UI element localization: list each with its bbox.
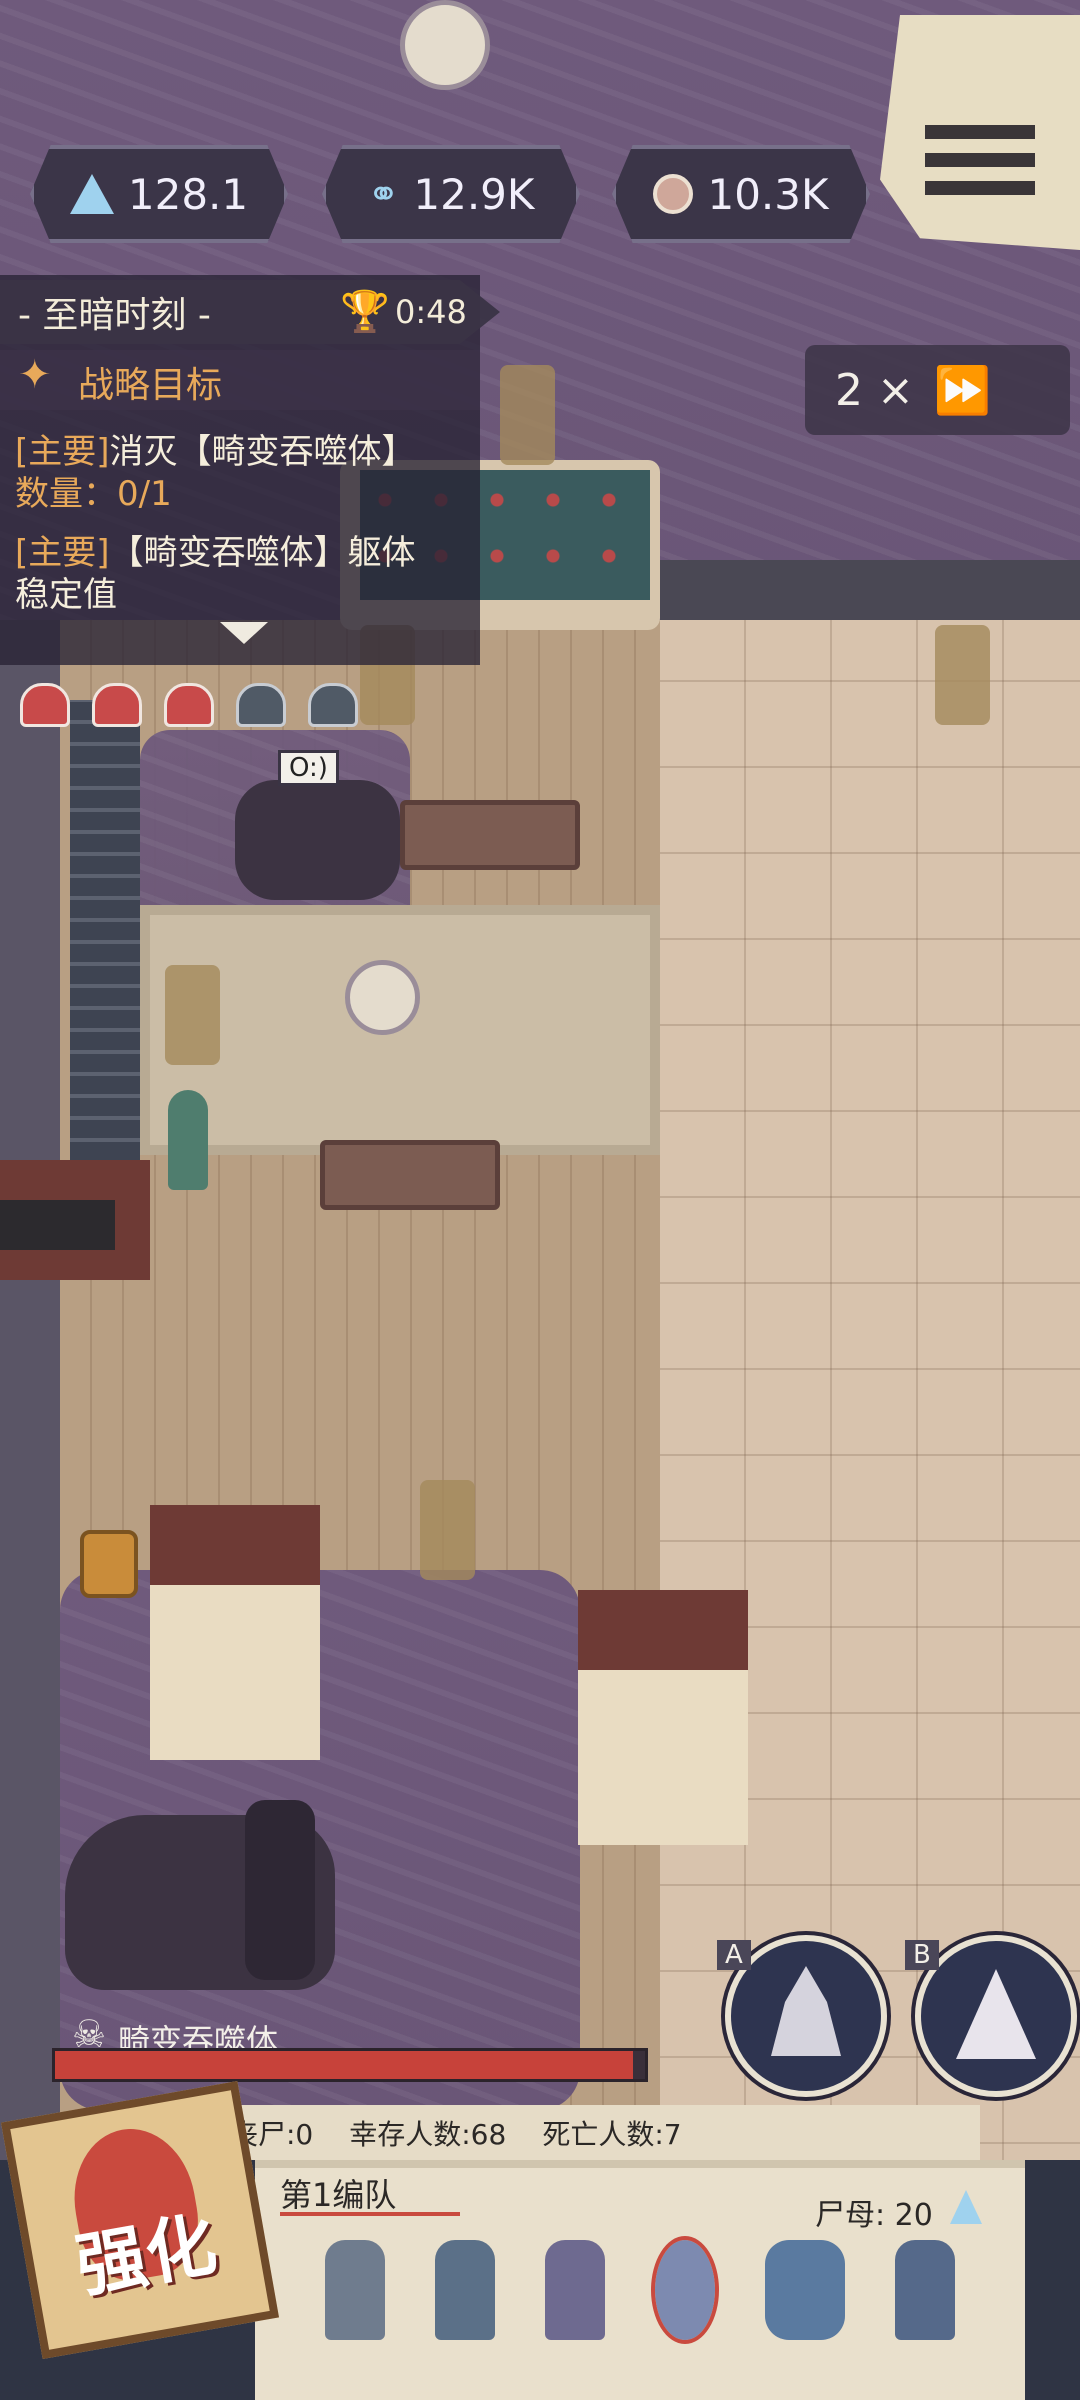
helmet-icon [164,683,214,727]
brain-counter: 10.3K [612,145,870,243]
mission-title: - 至暗时刻 - [18,295,211,336]
crystal-small-icon [950,2190,982,2224]
objective-2-text: 【畸变吞噬体】躯体 [109,533,416,573]
speed-label: 2 × [835,364,914,416]
helmet-icon [92,683,142,727]
lantern [165,965,220,1065]
lantern [420,1480,475,1580]
dna-counter: ⚭ 12.9K [322,145,580,243]
objectives-header-bar[interactable] [0,350,480,410]
dna-value: 12.9K [413,169,535,219]
fire-skill-icon [771,1966,841,2056]
unit-zombie-miner[interactable] [545,2240,605,2340]
mission-timer: 0:48 [395,293,467,331]
crystal-icon [69,174,114,214]
zombie-horde[interactable] [235,780,400,900]
escalator [70,700,140,1160]
skill-b-button[interactable] [915,1935,1077,2097]
lantern [500,365,555,465]
squad-units [325,2236,955,2344]
unit-zombie[interactable] [435,2240,495,2340]
fast-forward-icon: ⏩ [933,362,992,417]
brain-value: 10.3K [707,169,829,219]
kiosk-middle [345,960,420,1035]
stats-bar: 丧尸:0 幸存人数:68 死亡人数:7 [180,2105,980,2160]
squad-underline [280,2212,460,2216]
brain-icon [653,174,694,214]
wall-strip [660,560,1080,620]
unit-zombie-selected[interactable] [651,2236,719,2344]
objective-1-progress: 数量：0/1 [15,474,172,514]
barrel [80,1530,138,1598]
mother-count: 尸母: 20 [815,2198,933,2233]
bed [150,1505,320,1760]
crystal-counter: 128.1 [30,145,288,243]
helmet-row [20,683,358,727]
boss-hp-fill [55,2051,634,2079]
speech-bubble: O:) [278,750,339,786]
crystal-value: 128.1 [127,169,249,219]
upgrade-button[interactable]: 强化 [0,2080,280,2360]
survivor-count: 幸存人数:68 [349,2117,507,2151]
counter-left-top [0,1200,115,1250]
squad-name: 第1编队 [280,2176,397,2214]
objectives-header: 战略目标 [78,365,223,406]
helmet-icon [20,683,70,727]
objective-2-progress: 稳定值 [15,575,117,615]
expand-chevron-icon[interactable] [220,622,268,644]
unit-zombie-brute[interactable] [765,2240,845,2340]
bed [578,1590,748,1845]
hamburger-icon [925,125,1035,195]
helmet-icon [236,683,286,727]
target-icon: ✦ [18,352,52,398]
death-count: 死亡人数:7 [542,2117,682,2151]
boss-minion [245,1800,315,1980]
plant-pot [168,1090,208,1190]
boss-hp-bar [52,2048,648,2082]
dna-icon: ⚭ [367,172,400,216]
trophy-icon: 🏆 [340,289,390,335]
bench [400,800,580,870]
speed-button[interactable]: 2 × ⏩ [805,345,1070,435]
unit-zombie[interactable] [895,2240,955,2340]
kiosk-top-left [400,0,490,90]
lantern [935,625,990,725]
skill-b-key: B [905,1940,939,1970]
menu-button[interactable] [880,15,1080,250]
skill-a-key: A [717,1940,751,1970]
helmet-icon [308,683,358,727]
spike-skill-icon [956,1969,1036,2059]
unit-zombie[interactable] [325,2240,385,2340]
bench [320,1140,500,1210]
